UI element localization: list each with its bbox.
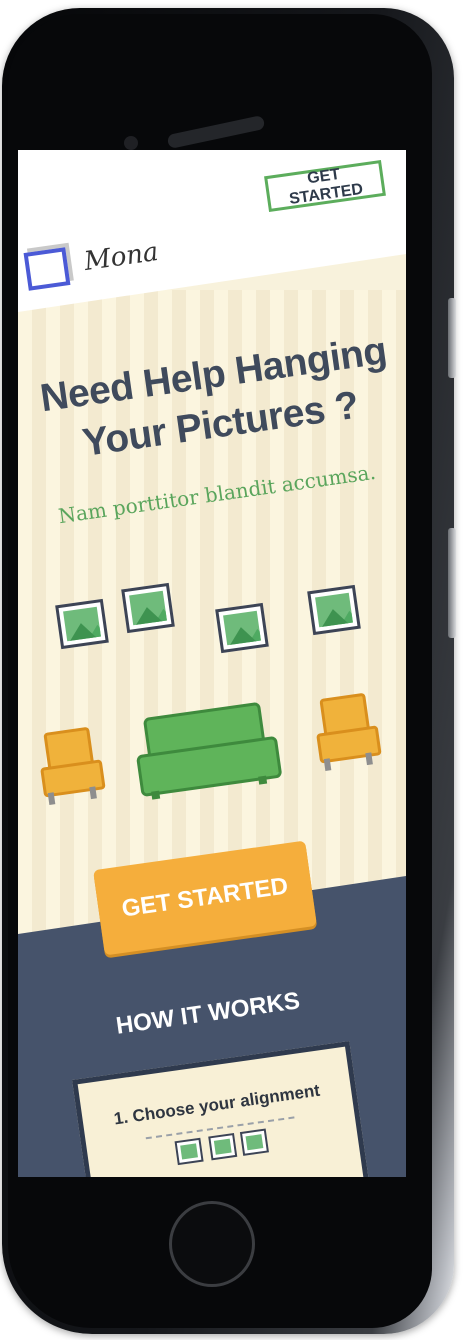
picture-frame-icon (215, 602, 269, 654)
home-button[interactable] (169, 1201, 255, 1287)
mini-frame-icon (208, 1132, 238, 1161)
mini-frame-icon (239, 1128, 269, 1156)
picture-frame-icon (307, 584, 361, 636)
logo-mark-icon (23, 247, 71, 291)
app-screen: Mona GET STARTED Need Help Hanging Your … (18, 150, 406, 1177)
picture-frame-icon (121, 582, 175, 634)
picture-frame-icon (55, 598, 109, 650)
armchair-icon (311, 692, 382, 771)
phone-camera (124, 136, 138, 150)
phone-side-button (448, 528, 456, 638)
armchair-icon (35, 726, 106, 805)
phone-side-button (448, 298, 456, 378)
mini-frame-icon (174, 1137, 204, 1166)
step-title: 1. Choose your alignment (112, 1080, 322, 1129)
